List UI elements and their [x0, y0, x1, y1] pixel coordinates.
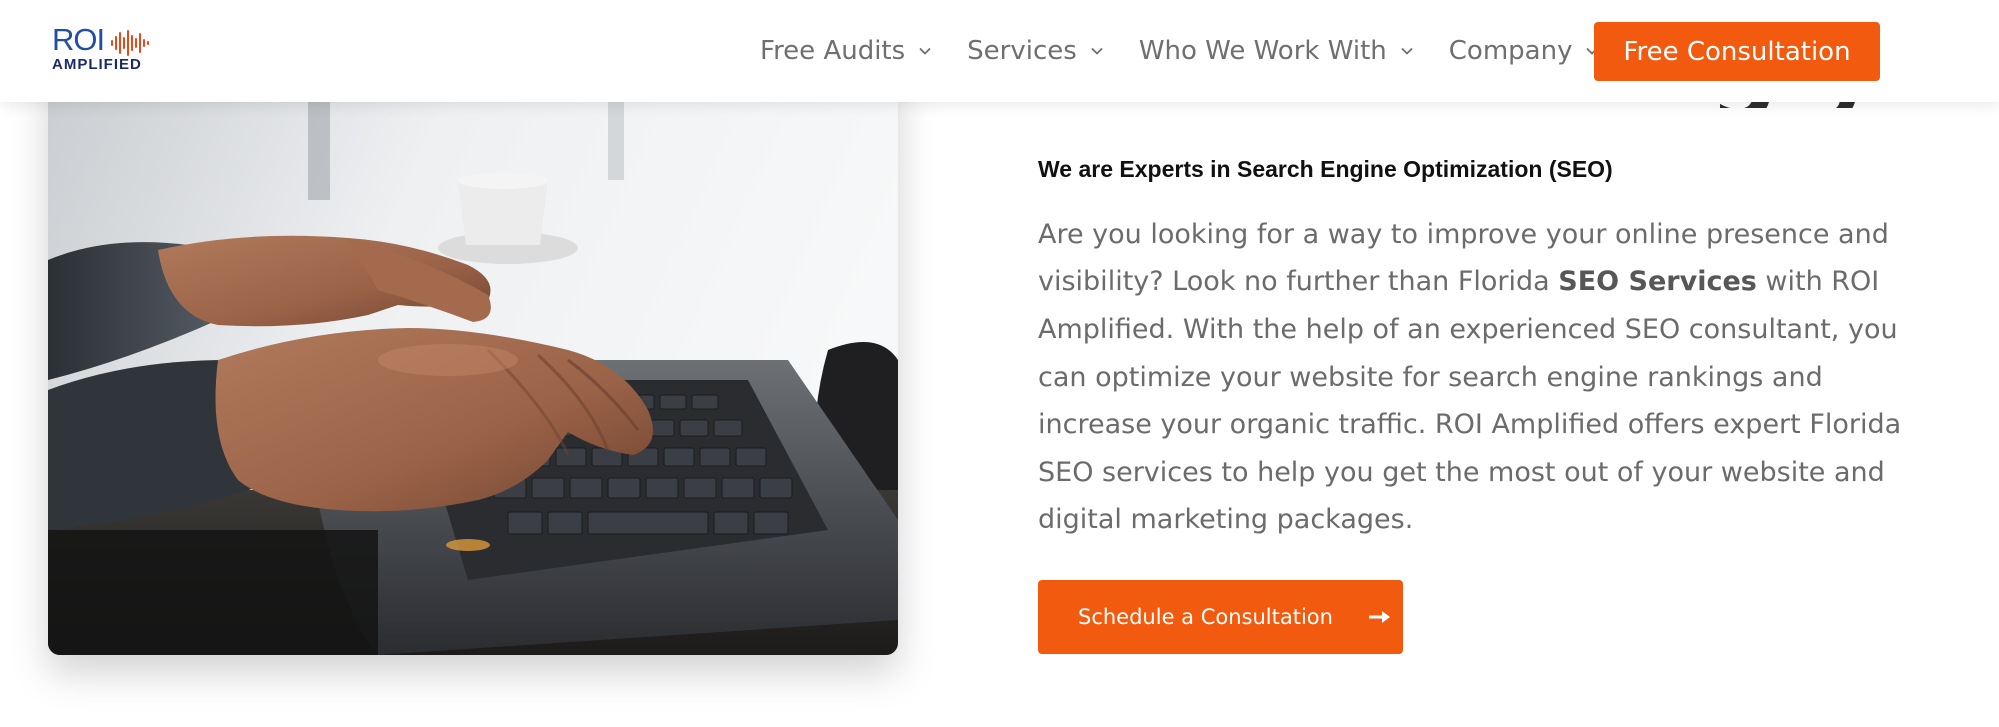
- logo-subtitle: AMPLIFIED: [52, 56, 142, 73]
- nav-item-services[interactable]: Services: [967, 36, 1105, 66]
- soundwave-icon: [111, 30, 149, 56]
- nav-item-who-we-work-with[interactable]: Who We Work With: [1139, 36, 1415, 66]
- free-consultation-button[interactable]: Free Consultation: [1594, 22, 1880, 81]
- button-label: Schedule a Consultation: [1078, 605, 1333, 629]
- section-kicker: We are Experts in Search Engine Optimiza…: [1038, 156, 1613, 182]
- seo-services-link[interactable]: SEO Services: [1558, 266, 1757, 297]
- chevron-down-icon: [1401, 47, 1413, 55]
- main-nav: Free Audits Services Who We Work With Co…: [760, 0, 1634, 102]
- nav-item-label: Services: [967, 36, 1077, 66]
- schedule-consultation-button[interactable]: Schedule a Consultation: [1038, 580, 1403, 654]
- logo[interactable]: ROI AMPLIFIED: [52, 24, 172, 76]
- hero-image: [48, 60, 898, 655]
- paragraph-text-end: with ROI Amplified. With the help of an …: [1038, 266, 1902, 536]
- nav-item-free-audits[interactable]: Free Audits: [760, 36, 933, 66]
- logo-wordmark: ROI: [52, 22, 105, 57]
- hero-content: We are Experts in Search Engine Optimiza…: [1038, 155, 1918, 544]
- laptop-typing-illustration: [48, 60, 898, 655]
- hero-paragraph: Are you looking for a way to improve you…: [1038, 211, 1918, 544]
- nav-item-company[interactable]: Company: [1449, 36, 1601, 66]
- site-header: ROI AMPLIFIED Free Audits Services Who W…: [0, 0, 1999, 102]
- nav-item-label: Company: [1448, 36, 1573, 66]
- arrow-right-icon: [1368, 611, 1390, 623]
- chevron-down-icon: [919, 47, 931, 55]
- nav-item-label: Free Audits: [760, 36, 906, 66]
- chevron-down-icon: [1091, 47, 1103, 55]
- nav-item-label: Who We Work With: [1138, 36, 1387, 66]
